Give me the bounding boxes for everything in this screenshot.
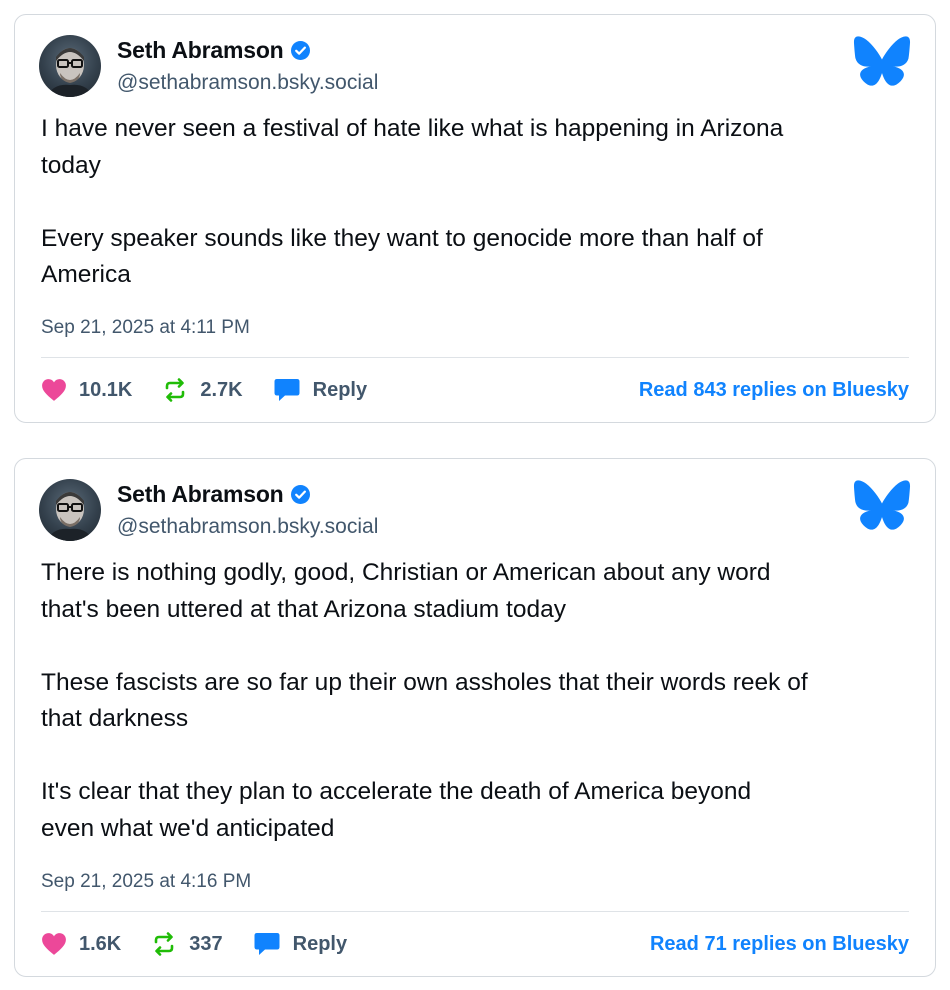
avatar[interactable] — [39, 35, 101, 97]
post-text: There is nothing godly, good, Christian … — [41, 559, 808, 842]
like-button[interactable]: 10.1K — [41, 378, 132, 402]
repost-button[interactable]: 337 — [151, 932, 223, 956]
repost-button[interactable]: 2.7K — [162, 378, 243, 402]
like-button[interactable]: 1.6K — [41, 932, 121, 956]
post-timestamp[interactable]: Sep 21, 2025 at 4:16 PM — [41, 871, 251, 893]
read-replies-link[interactable]: Read 843 replies on Bluesky — [639, 379, 909, 402]
repost-count: 337 — [189, 932, 223, 955]
bluesky-butterfly-icon[interactable] — [853, 479, 911, 531]
heart-icon — [42, 933, 66, 955]
repost-icon — [166, 378, 185, 402]
avatar-portrait-icon — [47, 48, 93, 97]
reply-label: Reply — [312, 378, 368, 401]
author-display-name[interactable]: Seth Abramson — [117, 37, 284, 64]
bluesky-butterfly-icon[interactable] — [853, 35, 911, 87]
post-card[interactable]: Seth Abramson @sethabramson.bsky.social … — [14, 458, 936, 977]
post-header: Seth Abramson @sethabramson.bsky.social — [39, 479, 378, 541]
verified-badge-icon — [290, 485, 310, 504]
post-text: I have never seen a festival of hate lik… — [41, 115, 784, 288]
like-count: 1.6K — [79, 932, 122, 955]
like-count: 10.1K — [79, 378, 133, 401]
repost-icon — [154, 932, 174, 956]
avatar-portrait-icon — [47, 492, 93, 541]
post-header: Seth Abramson @sethabramson.bsky.social — [39, 35, 378, 97]
reply-button[interactable]: Reply — [253, 931, 347, 957]
post-timestamp[interactable]: Sep 21, 2025 at 4:11 PM — [41, 317, 250, 339]
divider — [41, 911, 909, 912]
divider — [41, 357, 909, 358]
reply-button[interactable]: Reply — [273, 377, 367, 403]
reply-label: Reply — [292, 932, 348, 955]
verified-badge-icon — [290, 41, 310, 60]
repost-count: 2.7K — [200, 378, 243, 401]
avatar[interactable] — [39, 479, 101, 541]
reply-icon — [254, 933, 280, 955]
author-display-name[interactable]: Seth Abramson — [117, 481, 284, 508]
author-handle[interactable]: @sethabramson.bsky.social — [117, 71, 378, 95]
heart-icon — [42, 379, 66, 401]
read-replies-link[interactable]: Read 71 replies on Bluesky — [650, 933, 909, 956]
post-card[interactable]: Seth Abramson @sethabramson.bsky.social … — [14, 14, 936, 423]
reply-icon — [274, 379, 300, 401]
post-actions: 1.6K 337 Reply Read 71 replies on Bluesk… — [41, 929, 909, 959]
author-handle[interactable]: @sethabramson.bsky.social — [117, 515, 378, 539]
post-actions: 10.1K 2.7K Reply Read 843 replies on Blu… — [41, 375, 909, 405]
